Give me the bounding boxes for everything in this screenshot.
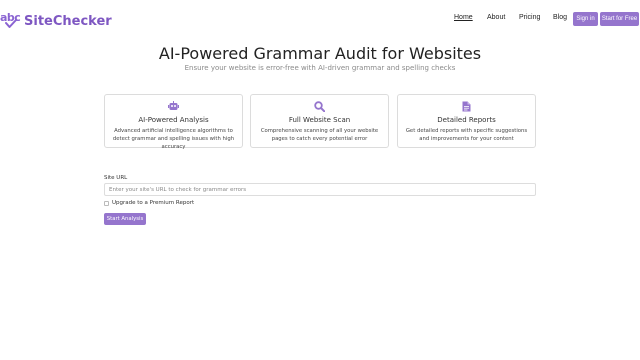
search-icon — [314, 101, 325, 112]
feature-card-full-scan: Full Website Scan Comprehensive scanning… — [250, 94, 389, 148]
nav-link-home[interactable]: Home — [454, 14, 473, 21]
feature-title: AI-Powered Analysis — [138, 116, 209, 124]
feature-card-detailed-reports: Detailed Reports Get detailed reports wi… — [397, 94, 536, 148]
site-url-placeholder: Enter your site's URL to check for gramm… — [109, 186, 247, 193]
nav-link-blog[interactable]: Blog — [553, 14, 567, 21]
document-icon — [462, 101, 471, 112]
site-url-label: Site URL — [104, 175, 128, 181]
start-free-button[interactable]: Start for Free — [600, 12, 639, 26]
brand-name: SiteChecker — [24, 13, 112, 29]
feature-card-ai-analysis: AI-Powered Analysis Advanced artificial … — [104, 94, 243, 150]
nav-link-about[interactable]: About — [487, 14, 505, 21]
start-analysis-button[interactable]: Start Analysis — [104, 213, 146, 225]
feature-description: Advanced artificial intelligence algorit… — [112, 128, 235, 150]
brand-logo[interactable]: abc SiteChecker — [0, 12, 112, 30]
feature-title: Detailed Reports — [437, 116, 496, 124]
logo-mark: abc — [0, 12, 21, 30]
top-navbar: abc SiteChecker Home About Pricing Blog … — [0, 0, 640, 40]
feature-title: Full Website Scan — [288, 116, 351, 124]
robot-icon — [168, 101, 179, 110]
nav-link-pricing[interactable]: Pricing — [519, 14, 540, 21]
feature-description: Comprehensive scanning of all your websi… — [260, 128, 379, 142]
site-url-input[interactable]: Enter your site's URL to check for gramm… — [104, 183, 536, 196]
checkmark-icon — [5, 19, 17, 28]
page-title: AI-Powered Grammar Audit for Websites — [158, 44, 482, 63]
feature-description: Get detailed reports with specific sugge… — [405, 128, 528, 142]
premium-report-option[interactable]: Upgrade to a Premium Report — [104, 200, 194, 206]
premium-report-checkbox[interactable] — [104, 200, 109, 206]
page-subtitle: Ensure your website is error-free with A… — [184, 64, 456, 72]
premium-report-label[interactable]: Upgrade to a Premium Report — [112, 200, 194, 206]
sign-in-button[interactable]: Sign in — [573, 12, 598, 26]
